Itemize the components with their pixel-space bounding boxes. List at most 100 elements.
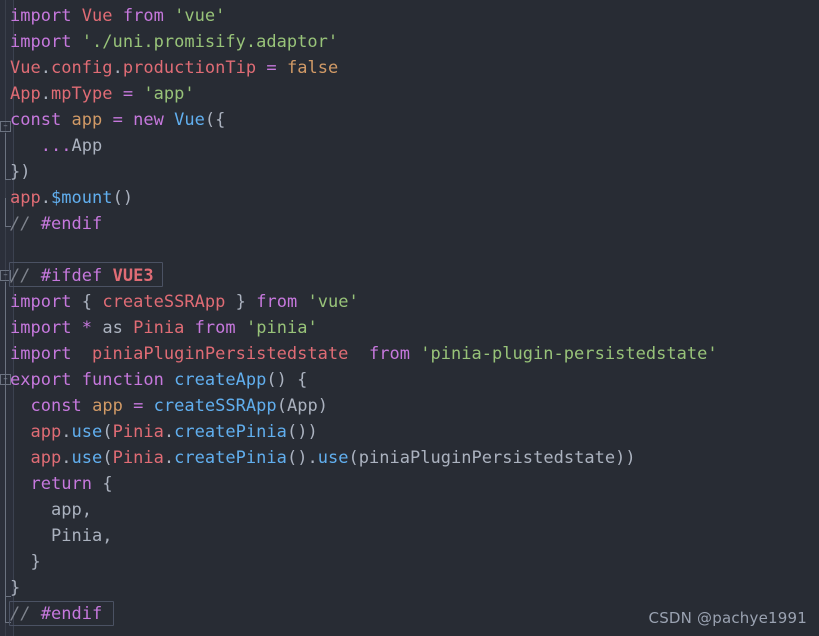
code-token: ( — [348, 448, 359, 468]
code-line-2[interactable]: import './uni.promisify.adaptor' — [0, 29, 819, 55]
code-token: piniaPluginPersistedstate — [92, 344, 349, 364]
code-token: Pinia — [133, 318, 185, 338]
code-token: const — [30, 396, 82, 416]
code-line-8[interactable]: app.$mount() — [0, 185, 819, 211]
code-token: () — [112, 188, 134, 208]
code-token: use — [71, 448, 103, 468]
code-token: mpType — [51, 84, 113, 104]
code-token: . — [163, 448, 175, 468]
code-line-16[interactable]: const app = createSSRApp(App) — [0, 393, 819, 419]
code-token: Vue — [81, 6, 113, 26]
code-content[interactable]: import Vue from 'vue' import './uni.prom… — [0, 0, 819, 636]
code-token: ( — [102, 448, 113, 468]
code-token: . — [61, 422, 72, 442]
code-token: ({ — [204, 110, 226, 130]
code-token: () { — [266, 370, 308, 390]
code-token: // — [10, 266, 41, 286]
code-token: #endif — [40, 214, 103, 234]
code-token: 'pinia-plugin-persistedstate' — [420, 344, 718, 364]
code-token: } — [30, 552, 41, 572]
code-token: App — [286, 396, 318, 416]
code-token: app — [92, 396, 123, 416]
code-token: app — [10, 188, 41, 208]
code-line-7[interactable]: }) — [0, 159, 819, 185]
code-token: import — [10, 292, 72, 312]
code-token: productionTip — [122, 58, 257, 78]
code-token: app — [30, 448, 62, 468]
code-line-1[interactable]: import Vue from 'vue' — [0, 3, 819, 29]
code-line-22[interactable]: } — [0, 549, 819, 575]
code-line-4[interactable]: App.mpType = 'app' — [0, 81, 819, 107]
code-token: . — [163, 422, 175, 442]
code-token: } — [10, 578, 21, 598]
code-token: #endif — [40, 604, 103, 624]
code-line-5[interactable]: const app = new Vue({ — [0, 107, 819, 133]
code-token: (). — [286, 448, 318, 468]
code-token: Vue — [174, 110, 205, 130]
code-token: import — [10, 318, 72, 338]
code-token: )) — [615, 448, 636, 468]
code-token: }) — [10, 162, 31, 182]
code-token: . — [112, 58, 123, 78]
code-token: import — [10, 6, 72, 26]
code-token: createPinia — [174, 448, 287, 468]
code-token: from — [122, 6, 164, 26]
code-line-12[interactable]: import { createSSRApp } from 'vue' — [0, 289, 819, 315]
code-token: './uni.promisify.adaptor' — [81, 32, 339, 52]
code-token: = — [266, 58, 277, 78]
code-token: ) — [317, 396, 328, 416]
code-line-20[interactable]: app, — [0, 497, 819, 523]
code-token: VUE3 — [112, 266, 154, 286]
code-line-15[interactable]: export function createApp() { — [0, 367, 819, 393]
code-line-13[interactable]: import * as Pinia from 'pinia' — [0, 315, 819, 341]
code-line-3[interactable]: Vue.config.productionTip = false — [0, 55, 819, 81]
code-token: * — [81, 318, 93, 338]
code-token: use — [71, 422, 103, 442]
code-token: from — [194, 318, 236, 338]
code-line-18[interactable]: app.use(Pinia.createPinia().use(piniaPlu… — [0, 445, 819, 471]
code-editor[interactable]: – – – import Vue from 'vue' import './un… — [0, 0, 819, 636]
code-token: { — [81, 292, 93, 312]
code-token: config — [51, 58, 113, 78]
code-token: app, — [51, 500, 93, 520]
code-token: . — [40, 58, 52, 78]
code-token: as — [102, 318, 123, 338]
code-line-10[interactable] — [0, 237, 819, 263]
code-line-19[interactable]: return { — [0, 471, 819, 497]
code-token: from — [368, 344, 410, 364]
code-line-11[interactable]: // #ifdef VUE3 — [0, 263, 819, 289]
code-token: Pinia — [112, 448, 164, 468]
code-token: $mount — [51, 188, 113, 208]
code-token: app — [71, 110, 103, 130]
code-line-14[interactable]: import piniaPluginPersistedstate from 'p… — [0, 341, 819, 367]
code-line-23[interactable]: } — [0, 575, 819, 601]
code-line-21[interactable]: Pinia, — [0, 523, 819, 549]
code-token: 'pinia' — [245, 318, 318, 338]
code-token: ()) — [286, 422, 318, 442]
code-line-9[interactable]: // #endif — [0, 211, 819, 237]
code-line-17[interactable]: app.use(Pinia.createPinia()) — [0, 419, 819, 445]
code-line-6[interactable]: ...App — [0, 133, 819, 159]
code-token: . — [61, 448, 72, 468]
